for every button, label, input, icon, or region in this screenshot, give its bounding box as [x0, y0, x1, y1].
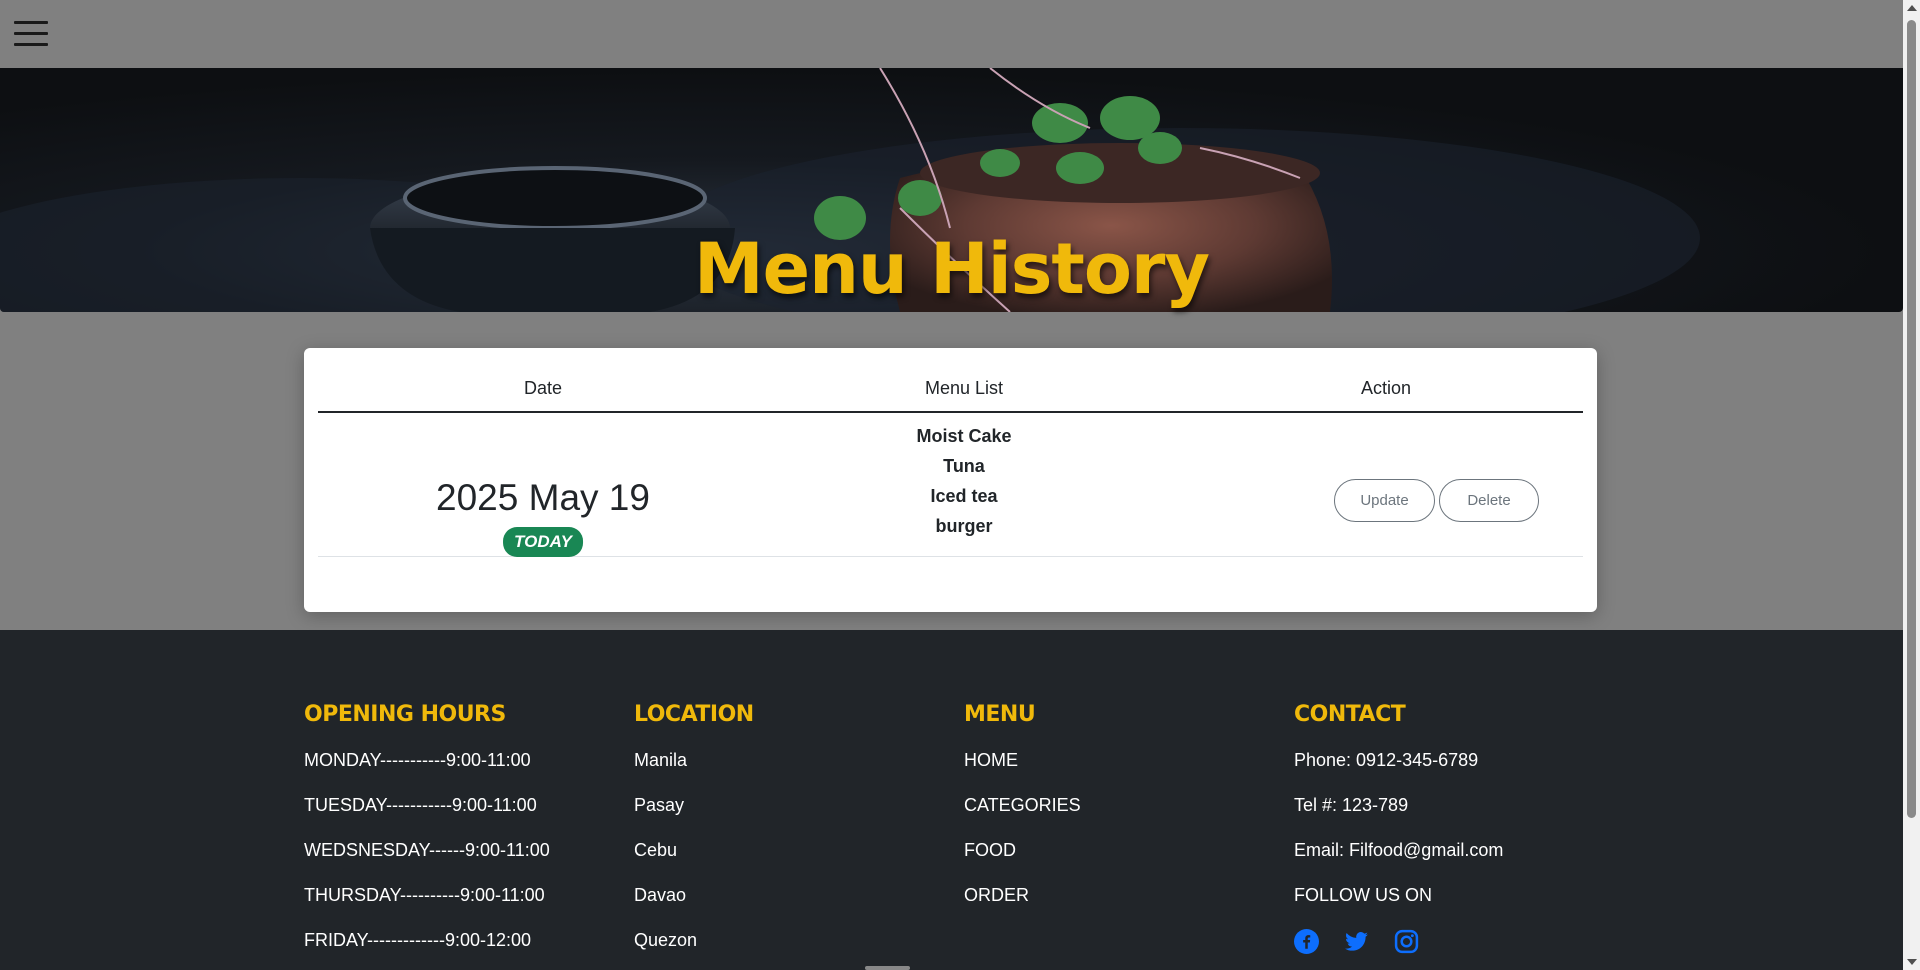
menu-list-item: Tuna: [943, 456, 985, 476]
contact-email: Email: Filfood@gmail.com: [1294, 840, 1504, 860]
table-row: 2025 May 19 TODAY Moist Cake Tuna Iced t…: [318, 413, 1583, 557]
table-header: Date Menu List Action: [318, 348, 1583, 413]
hours-line: TUESDAY-----------9:00-11:00: [304, 795, 537, 815]
menu-history-table: Date Menu List Action 2025 May 19 TODAY …: [304, 348, 1597, 612]
footer-location: LOCATION Manila Pasay Cebu Davao Quezon: [634, 702, 754, 970]
location-item: Manila: [634, 750, 688, 770]
column-header-menu-list: Menu List: [924, 378, 1004, 398]
footer-heading: CONTACT: [1294, 702, 1406, 727]
hamburger-icon[interactable]: [14, 21, 48, 49]
footer: OPENING HOURS MONDAY-----------9:00-11:0…: [0, 630, 1903, 970]
footer-menu: MENU HOME CATEGORIES FOOD ORDER: [964, 702, 1081, 929]
menu-list-item: burger: [935, 516, 993, 536]
location-item: Cebu: [634, 840, 678, 860]
twitter-icon[interactable]: [1344, 929, 1369, 954]
footer-heading: LOCATION: [634, 702, 754, 727]
scrollbar-thumb[interactable]: [1907, 20, 1916, 818]
footer-link-categories[interactable]: CATEGORIES: [964, 794, 1081, 839]
social-links: [1294, 929, 1503, 954]
location-item: Pasay: [634, 795, 685, 815]
location-item: Davao: [634, 885, 687, 905]
footer-heading: MENU: [964, 702, 1036, 727]
menu-list-item: Iced tea: [930, 486, 998, 506]
top-navbar: [0, 0, 1903, 68]
menu-list: Moist Cake Tuna Iced tea burger: [916, 421, 1011, 541]
scroll-down-arrow-icon[interactable]: [1907, 959, 1917, 965]
footer-link-food[interactable]: FOOD: [964, 839, 1081, 884]
menu-list-item: Moist Cake: [916, 426, 1012, 446]
footer-link-home[interactable]: HOME: [964, 749, 1081, 794]
hours-line: WEDSNESDAY------9:00-11:00: [304, 840, 550, 860]
column-header-action: Action: [1360, 378, 1412, 398]
contact-tel: Tel #: 123-789: [1294, 795, 1409, 815]
update-button[interactable]: Update: [1334, 479, 1435, 522]
footer-contact: CONTACT Phone: 0912-345-6789 Tel #: 123-…: [1294, 702, 1503, 954]
delete-button[interactable]: Delete: [1439, 479, 1539, 522]
scroll-up-arrow-icon[interactable]: [1907, 5, 1917, 11]
hours-line: THURSDAY----------9:00-11:00: [304, 885, 545, 905]
follow-us-label: FOLLOW US ON: [1294, 885, 1433, 905]
hours-line: MONDAY-----------9:00-11:00: [304, 750, 531, 770]
row-date: 2025 May 19: [436, 477, 650, 518]
location-item: Quezon: [634, 930, 698, 950]
contact-phone: Phone: 0912-345-6789: [1294, 750, 1479, 770]
column-header-date: Date: [523, 378, 563, 398]
hours-line: FRIDAY-------------9:00-12:00: [304, 930, 532, 950]
facebook-icon[interactable]: [1294, 929, 1319, 954]
today-badge: TODAY: [503, 527, 583, 557]
horizontal-scroll-indicator: [865, 966, 910, 970]
footer-link-order[interactable]: ORDER: [964, 884, 1081, 929]
page-title: Menu History: [693, 228, 1210, 310]
footer-heading: OPENING HOURS: [304, 702, 506, 727]
footer-opening-hours: OPENING HOURS MONDAY-----------9:00-11:0…: [304, 702, 550, 970]
vertical-scrollbar[interactable]: [1903, 0, 1920, 970]
instagram-icon[interactable]: [1394, 929, 1419, 954]
